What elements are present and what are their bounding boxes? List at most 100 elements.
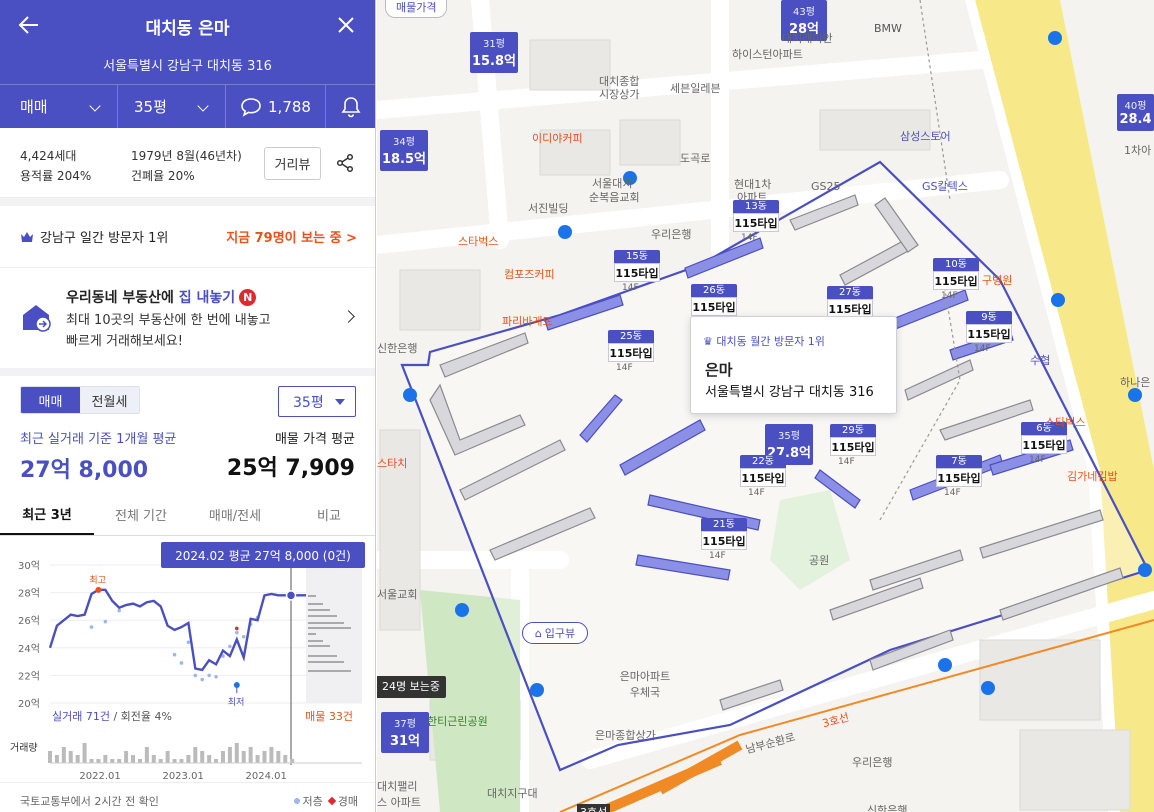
complex-address: 서울특별시 강남구 대치동 316 [103, 59, 272, 74]
volume-bar [276, 751, 281, 763]
map-label: 구병원 [982, 274, 1013, 287]
chevron-down-icon [197, 100, 209, 112]
dong-marker[interactable]: 21동 115타입 14F [701, 518, 747, 563]
volume-bar [82, 743, 87, 763]
listing-bar [308, 603, 323, 605]
speech-bubble-icon [241, 97, 261, 117]
volume-bar [96, 759, 101, 763]
visitor-rank-row[interactable]: 강남구 일간 방문자 1위 지금 79명이 보는 중 > [0, 206, 375, 268]
popup-rank: ♛ 대치동 월간 방문자 1위 [703, 335, 825, 348]
area-select[interactable]: 35평 [118, 85, 226, 128]
detail-panel: 대치동 은마 서울특별시 강남구 대치동 316 매매 35평 1,788 4,… [0, 0, 376, 812]
source-footer: 국토교통부에서 2시간 전 확인 저층 경매 [0, 782, 375, 812]
volume-bar [151, 755, 156, 763]
entrance-view-button[interactable]: ⌂ 입구뷰 [522, 622, 588, 644]
toggle-sale[interactable]: 매매 [21, 387, 80, 413]
map-label: 우리은행 [651, 228, 692, 241]
chevron-right-icon [342, 310, 355, 323]
map-label: 1차아 [1124, 144, 1152, 157]
map-label: 서진빌딩 [528, 202, 569, 215]
listing-bar [308, 615, 337, 617]
map-label: 컴포즈커피 [504, 268, 555, 281]
price-chart[interactable]: 30억 28억 26억 24억 22억 20억 최고최저거래량 2022.01 2023.01 2… [0, 537, 376, 812]
listing-avg-value: 25억 7,909 [226, 456, 355, 481]
listing-bar [308, 661, 344, 663]
households: 4,424세대 [20, 149, 77, 163]
chart-legend: 실거래 71건 / 회전율 4% [52, 710, 172, 723]
viewers-badge: 24명 보는중 [377, 676, 446, 698]
y-tick-label: 26억 [18, 615, 40, 627]
tab-recent-3y[interactable]: 최근 3년 [0, 494, 94, 535]
listing-bar [308, 645, 330, 647]
volume-bar [165, 751, 170, 763]
panel-header: 대치동 은마 서울특별시 강남구 대치동 316 매매 35평 1,788 [0, 0, 375, 128]
map-label: 신한은행 [377, 342, 418, 355]
volume-bar [283, 755, 288, 763]
close-icon[interactable] [335, 14, 357, 36]
price-marker[interactable]: 31평 15.8억 [470, 32, 518, 73]
map-label: 대치래미안 [782, 32, 833, 45]
complex-popup[interactable]: ♛ 대치동 월간 방문자 1위 은마 서울특별시 강남구 대치동 316 [690, 316, 897, 414]
map-label: 우리은행 [852, 756, 893, 769]
tab-compare[interactable]: 비교 [282, 494, 375, 535]
volume-bar [172, 759, 177, 763]
trade-type-select[interactable]: 매매 [0, 85, 118, 128]
tab-sale-jeonse[interactable]: 매매/전세 [188, 494, 282, 535]
volume-bar [193, 747, 198, 763]
sell-promo-banner[interactable]: 우리동네 부동산에 집 내놓기 N 최대 10곳의 부동산에 한 번에 내놓고 빠르… [0, 268, 375, 376]
y-tick-label: 24억 [18, 643, 40, 655]
map-label: 세븐일레븐 [670, 82, 721, 95]
map-view[interactable]: 매물가격 31평 15.8억 43평 28억 34평 18.5억 40평 28.4 35… [377, 0, 1154, 812]
deal-point [89, 625, 94, 629]
comments-button[interactable]: 1,788 [226, 85, 326, 128]
promo-desc: 최대 10곳의 부동산에 한 번에 내놓고 빠르게 거래해보세요! [66, 313, 271, 349]
dong-marker[interactable]: 15동 115타입 14F [614, 250, 660, 295]
price-marker[interactable]: 34평 18.5억 [380, 130, 428, 171]
trade-type-value: 매매 [20, 98, 48, 116]
share-icon[interactable] [335, 153, 355, 173]
map-label: 아파트 [737, 191, 768, 204]
dong-marker[interactable]: 29동 115타입 14F [830, 424, 876, 469]
listing-bar [308, 627, 351, 629]
dong-marker[interactable]: 9동 115타입 14F [966, 311, 1012, 356]
size-select[interactable]: 35평 [278, 386, 356, 417]
auction-point [235, 626, 239, 631]
volume-bar [144, 747, 149, 763]
dong-marker[interactable]: 26동 115타입 [691, 284, 737, 316]
volume-bar [234, 743, 239, 763]
y-tick-label: 30억 [18, 560, 40, 572]
tab-all-period[interactable]: 전체 기간 [94, 494, 188, 535]
dong-marker[interactable]: 25동 115타입 14F [608, 330, 654, 375]
notification-button[interactable] [326, 85, 375, 128]
price-line [48, 588, 306, 672]
dong-marker[interactable]: 10동 115타입 14F [933, 258, 979, 303]
volume-bar [117, 759, 122, 763]
map-label: 은마아파트 우체국 [619, 670, 671, 699]
price-marker[interactable]: 37평 31억 [381, 712, 429, 753]
dong-marker[interactable]: 7동 115타입 14F [936, 455, 982, 500]
dong-marker[interactable]: 13동 115타입 14F [733, 200, 779, 245]
volume-bar [220, 751, 225, 763]
deal-point [207, 673, 211, 678]
volume-bar [207, 755, 212, 763]
map-label: 은마종합상가 [595, 729, 656, 742]
street-view-button[interactable]: 거리뷰 [264, 147, 321, 180]
viewers-now: 지금 79명이 보는 중 > [226, 231, 357, 246]
y-tick-label: 22억 [18, 670, 40, 682]
dong-marker[interactable]: 27동 115타입 [827, 286, 873, 318]
map-label: 대치팰리스 아파트 [377, 780, 421, 809]
toggle-rent[interactable]: 전월세 [80, 387, 139, 413]
volume-bar [124, 751, 129, 763]
map-label: 신한은행 [867, 804, 908, 812]
crown-icon [21, 231, 33, 242]
map-label: GS칼텍스 [922, 180, 968, 193]
recent-avg-label: 최근 실거래 기준 1개월 평균 [20, 432, 177, 447]
price-marker[interactable]: 40평 28.4 [1117, 94, 1154, 131]
area-value: 35평 [134, 98, 167, 116]
volume-bar [248, 747, 253, 763]
map-label: 대치지구대 [487, 787, 538, 800]
x-tick-label: 2023.01 [162, 771, 203, 782]
deal-point [200, 677, 205, 682]
dong-marker[interactable]: 22동 115타입 14F [740, 455, 786, 500]
listing-price-toggle[interactable]: 매물가격 [385, 0, 448, 18]
